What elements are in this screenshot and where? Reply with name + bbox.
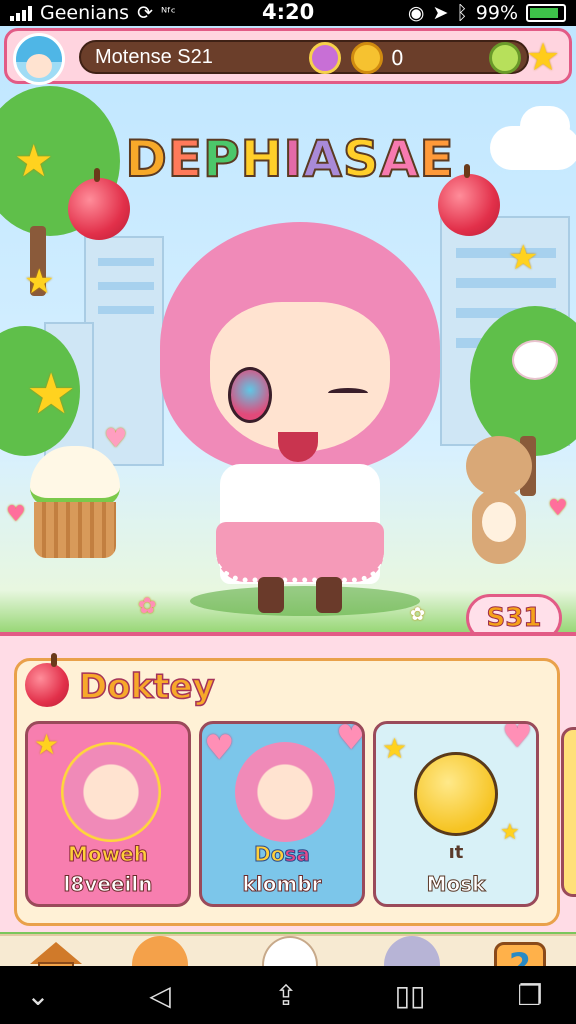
star-icon: ★ <box>508 238 539 278</box>
game-bottom-nav: 2 <box>0 934 576 966</box>
favorites-star-button[interactable]: ★ <box>523 37 563 77</box>
coin-count: 0 <box>391 46 404 70</box>
section-title: Doktey <box>78 666 215 708</box>
title-letter: D <box>124 129 168 189</box>
heart-icon: ♥ <box>104 424 128 454</box>
bluetooth-icon: ᛒ <box>456 2 468 24</box>
back-icon[interactable]: ◁ <box>140 978 180 1012</box>
star-icon: ★ <box>382 732 408 765</box>
score-value: S31 <box>486 603 542 634</box>
share-icon[interactable]: ⇪ <box>266 978 306 1012</box>
star-icon: ★ <box>14 136 54 187</box>
character-panel: Doktey ★ Moweh l8veeiln ♥ ♥ Dosa klombr … <box>0 632 576 932</box>
card-subtitle: l8veeiln <box>63 872 153 897</box>
nfc-label: ᴺᶠᶜ <box>160 5 176 21</box>
bear-companion[interactable] <box>458 436 538 576</box>
heart-icon: ♥ <box>204 728 235 768</box>
character-card[interactable]: ★ ★ ♥ ıt Mosk <box>373 721 539 907</box>
chevron-down-icon[interactable]: ⌄ <box>18 978 58 1012</box>
star-icon: ★ <box>26 362 77 427</box>
clock: 4:20 <box>262 0 315 24</box>
character-portrait <box>235 742 335 842</box>
top-hud: Motense S21 0 ★ <box>4 28 572 85</box>
heart-icon: ♥ <box>336 721 365 758</box>
card-title: Moweh <box>68 842 149 867</box>
carrier-name: Geenians <box>40 2 130 24</box>
title-letter: I <box>283 129 304 189</box>
signal-icon <box>10 5 32 21</box>
cupcake-cup <box>34 502 116 558</box>
hero-character[interactable] <box>150 192 450 622</box>
heart-icon: ♥ <box>6 502 26 527</box>
player-info-bar: Motense S21 0 <box>79 40 529 74</box>
heart-icon: ♥ <box>548 496 568 521</box>
nav-character-orange[interactable] <box>132 936 188 966</box>
home-icon[interactable] <box>30 942 82 966</box>
title-letter: E <box>167 129 203 189</box>
hero-legs <box>250 577 350 617</box>
heart-icon: ♥ <box>502 721 533 756</box>
character-list: Doktey ★ Moweh l8veeiln ♥ ♥ Dosa klombr … <box>14 653 576 926</box>
battery-icon <box>526 4 566 22</box>
apple-icon <box>25 653 69 707</box>
title-letter: A <box>379 129 420 189</box>
recent-apps-icon[interactable]: ❐ <box>510 978 550 1012</box>
status-right: ◉ ➤ ᛒ 99% <box>408 2 566 24</box>
status-left: Geenians ⟳ ᴺᶠᶜ <box>10 2 176 24</box>
card-subtitle: Mosk <box>426 872 486 897</box>
location-icon: ◉ <box>407 2 425 24</box>
game-title: DEPHIASAE <box>110 129 470 189</box>
leaf-button[interactable] <box>489 42 521 74</box>
coin-icon[interactable] <box>351 42 383 74</box>
hero-eye <box>228 367 272 423</box>
hero-skirt <box>216 522 384 582</box>
card-subtitle: klombr <box>242 872 322 897</box>
player-avatar[interactable] <box>13 33 65 85</box>
battery-percent: 99% <box>475 2 518 24</box>
menu-button[interactable]: 2 <box>494 942 546 966</box>
star-icon: ★ <box>34 728 60 761</box>
title-letter: P <box>202 129 241 189</box>
character-card[interactable]: ♥ ♥ Dosa klombr <box>199 721 365 907</box>
apple-decoration <box>68 168 130 240</box>
cloud <box>520 106 570 146</box>
game-screen: DEPHIASAE ★ ★ ★ ★ ♥ ♥ ♥ ✿ ✿ S31 Motense … <box>0 26 576 966</box>
ghost-mascot <box>512 340 558 380</box>
title-letter: A <box>302 129 343 189</box>
nav-character-cat[interactable] <box>262 936 318 966</box>
nav-character-gray[interactable] <box>384 936 440 966</box>
gem-icon[interactable] <box>309 42 341 74</box>
navigation-icon: ➤ <box>432 2 449 24</box>
split-screen-icon[interactable]: ▯▯ <box>390 978 430 1012</box>
status-bar: Geenians ⟳ ᴺᶠᶜ 4:20 ◉ ➤ ᛒ 99% <box>0 0 576 26</box>
card-title: Dosa <box>254 842 311 867</box>
star-icon: ★ <box>24 262 55 302</box>
character-portrait <box>61 742 161 842</box>
sync-icon: ⟳ <box>137 2 153 24</box>
card-title: ıt <box>448 842 464 863</box>
player-name: Motense S21 <box>95 46 213 68</box>
title-letter: H <box>240 129 284 189</box>
character-card[interactable]: ★ Moweh l8veeiln <box>25 721 191 907</box>
system-nav-bar: ⌄ ◁ ⇪ ▯▯ ❐ <box>0 966 576 1024</box>
speech-bubble-icon <box>414 752 498 836</box>
hero-wink-eye <box>328 388 368 398</box>
title-letter: S <box>342 129 380 189</box>
next-card-peek[interactable] <box>561 727 576 897</box>
